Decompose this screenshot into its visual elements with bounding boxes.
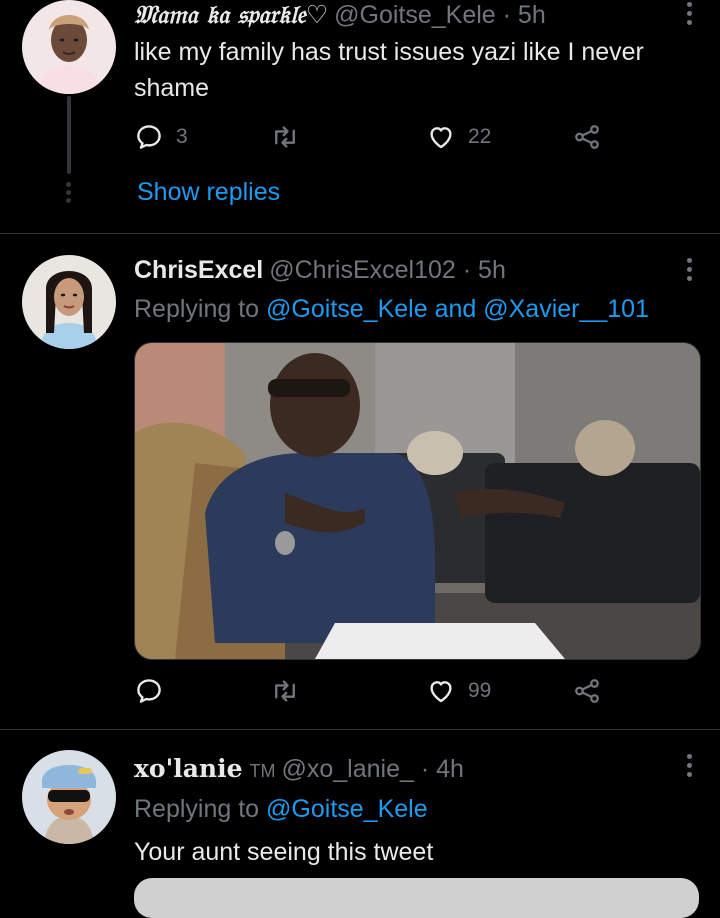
user-handle[interactable]: @xo_lanie_ (281, 755, 413, 783)
reply-icon (137, 679, 161, 703)
like-count: 22 (468, 125, 492, 148)
timestamp[interactable]: · 4h (421, 755, 464, 783)
reply-button[interactable] (134, 676, 164, 706)
display-name[interactable]: ChrisExcel (134, 256, 263, 284)
share-button[interactable] (572, 122, 602, 152)
like-button[interactable]: 99 (426, 676, 491, 706)
reply-button[interactable]: 3 (134, 122, 188, 152)
replying-prefix: Replying to (134, 295, 260, 323)
share-icon (575, 679, 599, 703)
tweet-actions: 99 (134, 676, 614, 710)
more-options-icon[interactable] (687, 2, 692, 25)
tweet-header: xo'lanie TM @xo_lanie_ · 4h (134, 754, 464, 786)
mention-link[interactable]: @Goitse_Kele (266, 795, 428, 823)
display-name[interactable]: xo'lanie (134, 754, 243, 783)
user-handle[interactable]: @Goitse_Kele (334, 1, 496, 29)
show-replies-link[interactable]: Show replies (137, 178, 280, 207)
trademark-badge: TM (249, 761, 276, 781)
tweet-actions: 3 22 (134, 122, 614, 156)
replying-to: Replying to @Goitse_Kele and @Xavier__10… (134, 294, 649, 324)
avatar[interactable] (22, 0, 116, 94)
share-button[interactable] (572, 676, 602, 706)
heart-icon (430, 127, 452, 149)
replying-to: Replying to @Goitse_Kele (134, 794, 428, 824)
retweet-button[interactable] (270, 676, 300, 706)
thread-line (67, 96, 71, 174)
retweet-icon (275, 126, 295, 148)
tweet-header: 𝔐𝔞𝔪𝔞 𝔨𝔞 𝔰𝔭𝔞𝔯𝔨𝔩𝔢♡ @Goitse_Kele · 5h (134, 0, 546, 30)
user-handle[interactable]: @ChrisExcel102 (269, 256, 456, 284)
tweet-photo[interactable] (134, 342, 701, 660)
replying-prefix: Replying to (134, 795, 260, 823)
reply-icon (137, 125, 161, 149)
avatar[interactable] (22, 255, 116, 349)
share-icon (575, 125, 599, 149)
avatar[interactable] (22, 750, 116, 844)
heart-icon (430, 681, 452, 703)
tweet-text: like my family has trust issues yazi lik… (134, 38, 644, 102)
tweet-photo[interactable] (134, 878, 699, 918)
retweet-button[interactable] (270, 122, 300, 152)
mention-link[interactable]: @Xavier__101 (483, 295, 649, 323)
tweet-3[interactable]: xo'lanie TM @xo_lanie_ · 4h Replying to @… (0, 730, 720, 888)
reply-count: 3 (176, 125, 188, 148)
like-button[interactable]: 22 (426, 122, 491, 152)
timestamp[interactable]: · 5h (463, 256, 506, 284)
mention-link[interactable]: @Goitse_Kele (266, 295, 428, 323)
display-name[interactable]: 𝔐𝔞𝔪𝔞 𝔨𝔞 𝔰𝔭𝔞𝔯𝔨𝔩𝔢♡ (134, 0, 328, 29)
retweet-icon (275, 680, 295, 702)
tweet-1[interactable]: 𝔐𝔞𝔪𝔞 𝔨𝔞 𝔰𝔭𝔞𝔯𝔨𝔩𝔢♡ @Goitse_Kele · 5h like m… (0, 0, 720, 232)
tweet-header: ChrisExcel @ChrisExcel102 · 5h (134, 255, 506, 285)
timestamp[interactable]: · 5h (503, 1, 546, 29)
like-count: 99 (468, 679, 492, 702)
tweet-text: Your aunt seeing this tweet (134, 838, 434, 866)
replying-and[interactable]: and (435, 295, 477, 323)
more-options-icon[interactable] (687, 258, 692, 281)
thread-dots[interactable] (66, 182, 71, 203)
more-options-icon[interactable] (687, 754, 692, 777)
